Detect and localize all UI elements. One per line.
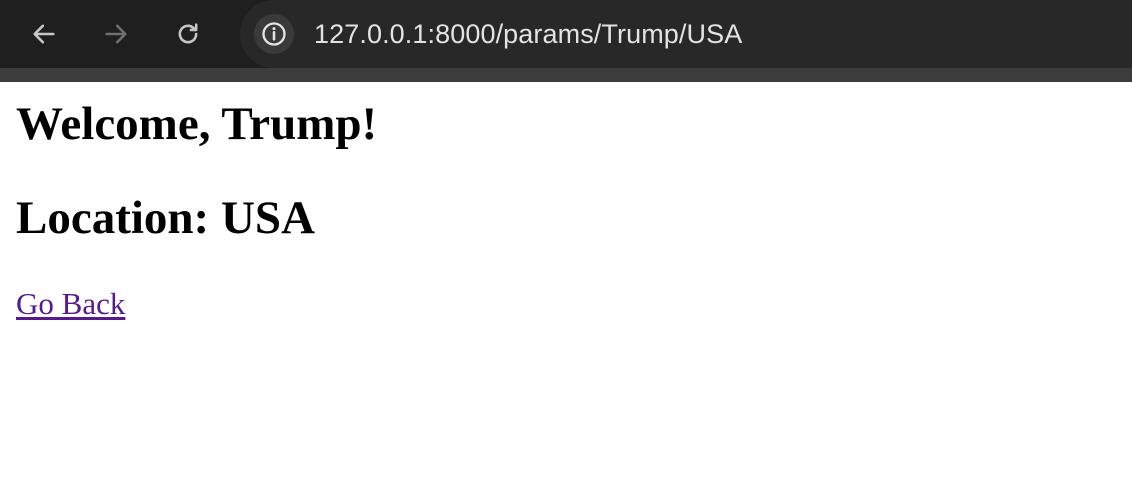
arrow-left-icon — [33, 24, 55, 44]
browser-toolbar: 127.0.0.1:8000/params/Trump/USA — [0, 0, 1132, 82]
address-bar[interactable]: 127.0.0.1:8000/params/Trump/USA — [240, 0, 1132, 68]
reload-icon — [178, 23, 198, 44]
welcome-heading: Welcome, Trump! — [16, 98, 378, 150]
go-back-link[interactable]: Go Back — [16, 285, 125, 323]
location-heading: Location: USA — [16, 192, 315, 244]
site-info-button[interactable] — [254, 14, 294, 54]
back-button[interactable] — [24, 14, 64, 54]
url-text[interactable]: 127.0.0.1:8000/params/Trump/USA — [314, 17, 742, 51]
toolbar-divider — [0, 68, 1132, 82]
info-icon — [262, 22, 286, 46]
forward-button[interactable] — [96, 14, 136, 54]
reload-button[interactable] — [168, 14, 208, 54]
arrow-right-icon — [105, 24, 127, 44]
page-content: Welcome, Trump! Location: USA Go Back — [0, 82, 1132, 498]
